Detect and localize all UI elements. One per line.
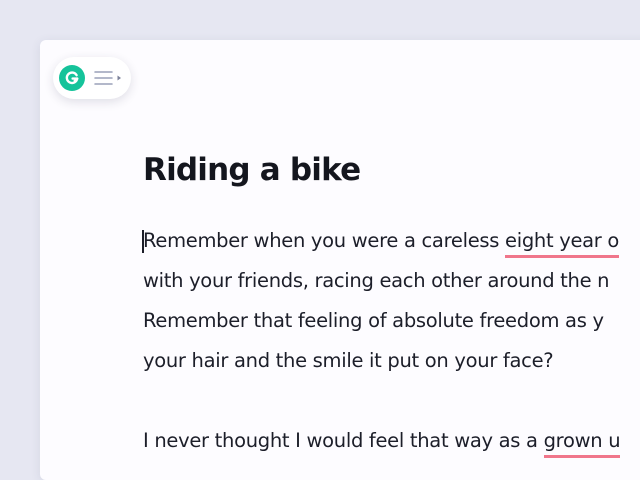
flagged-phrase[interactable]: grown u	[543, 429, 621, 458]
grammarly-logo-icon[interactable]	[59, 65, 85, 91]
flagged-phrase[interactable]: eight year o	[505, 229, 619, 258]
text-line[interactable]: your hair and the smile it put on your f…	[143, 341, 620, 381]
text-line[interactable]: I never thought I would feel that way as…	[143, 421, 621, 461]
line-text: I never thought I would feel that way as…	[143, 429, 544, 452]
text-line[interactable]: with your friends, racing each other aro…	[143, 261, 620, 301]
text-line[interactable]: Remember that feeling of absolute freedo…	[143, 301, 620, 341]
line-text: your hair and the smile it put on your f…	[143, 349, 554, 372]
line-text: Remember that feeling of absolute freedo…	[143, 309, 604, 332]
grammarly-g-glyph	[65, 71, 79, 85]
document-title[interactable]: Riding a bike	[143, 152, 361, 188]
grammarly-widget[interactable]	[53, 57, 131, 99]
menu-arrow-icon	[117, 75, 121, 81]
text-caret	[142, 230, 144, 253]
line-text: Remember when you were a careless	[143, 229, 506, 252]
text-line[interactable]: Remember when you were a careless eight …	[142, 221, 620, 261]
hamburger-menu-icon[interactable]	[93, 69, 123, 87]
document-body[interactable]: Remember when you were a careless eight …	[142, 221, 621, 461]
line-text: with your friends, racing each other aro…	[143, 269, 610, 292]
